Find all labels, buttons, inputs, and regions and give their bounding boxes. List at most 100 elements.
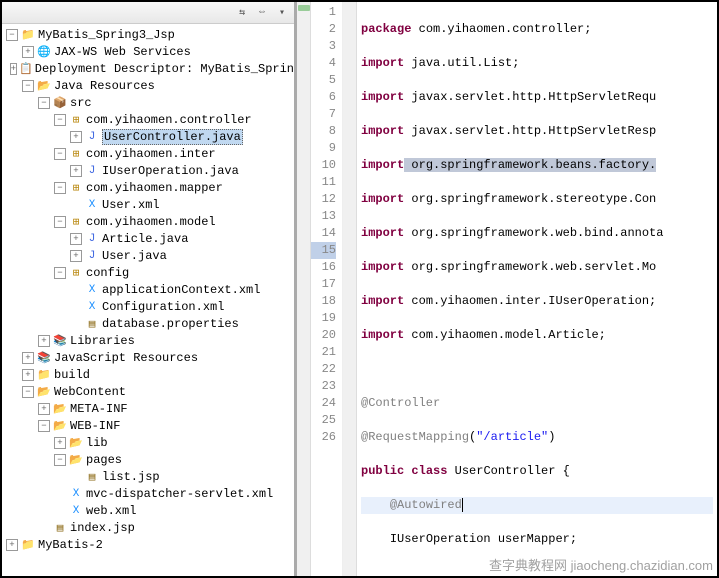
expander-icon[interactable]: − [22, 80, 34, 92]
project-node[interactable]: −📁MyBatis_Spring3_Jsp [2, 26, 294, 43]
folding-gutter[interactable] [343, 2, 357, 576]
xml-file-icon: X [68, 487, 84, 501]
tree-node[interactable]: −⊞com.yihaomen.controller [2, 111, 294, 128]
tree-node[interactable]: +📂META-INF [2, 400, 294, 417]
line-number: 7 [311, 106, 336, 123]
project-explorer-panel: ⇆ ⇔ ▾ −📁MyBatis_Spring3_Jsp +🌐JAX-WS Web… [2, 2, 297, 576]
node-label: IUserOperation.java [102, 164, 239, 178]
tree-node[interactable]: +📚JavaScript Resources [2, 349, 294, 366]
expander-icon[interactable]: + [6, 539, 18, 551]
change-marker-icon [298, 5, 310, 11]
line-number: 9 [311, 140, 336, 157]
expander-icon[interactable]: + [22, 352, 34, 364]
tree-node[interactable]: −📂Java Resources [2, 77, 294, 94]
properties-file-icon: ▤ [84, 317, 100, 331]
tree-node[interactable]: +JArticle.java [2, 230, 294, 247]
node-label: User.java [102, 249, 167, 263]
tree-node[interactable]: −⊞com.yihaomen.model [2, 213, 294, 230]
node-label: com.yihaomen.controller [86, 113, 252, 127]
expander-icon[interactable]: + [70, 233, 82, 245]
code-editor-panel: 1 2 3 4 5 6 7 8 9 10 11 12 13 14 15 16 1… [297, 2, 717, 576]
project-node[interactable]: +📁MyBatis-2 [2, 536, 294, 553]
expander-icon[interactable]: − [54, 148, 66, 160]
view-menu-icon[interactable]: ▾ [274, 5, 290, 21]
expander-icon[interactable]: − [54, 114, 66, 126]
tree-node[interactable]: +📁build [2, 366, 294, 383]
expander-icon[interactable]: + [70, 250, 82, 262]
expander-icon[interactable]: − [38, 97, 50, 109]
tree-node[interactable]: −📦src [2, 94, 294, 111]
project-tree[interactable]: −📁MyBatis_Spring3_Jsp +🌐JAX-WS Web Servi… [2, 24, 294, 555]
java-file-icon: J [84, 232, 100, 246]
expander-icon[interactable]: − [54, 454, 66, 466]
node-label: src [70, 96, 92, 110]
tree-node[interactable]: XUser.xml [2, 196, 294, 213]
link-editor-icon[interactable]: ⇔ [254, 5, 270, 21]
tree-node[interactable]: −📂WEB-INF [2, 417, 294, 434]
expander-icon[interactable]: + [54, 437, 66, 449]
node-label: JAX-WS Web Services [54, 45, 191, 59]
expander-icon[interactable]: + [70, 165, 82, 177]
node-label: Java Resources [54, 79, 155, 93]
ws-icon: 🌐 [36, 45, 52, 59]
node-label: list.jsp [102, 470, 160, 484]
package-icon: ⊞ [68, 266, 84, 280]
line-number: 4 [311, 55, 336, 72]
folder-open-icon: 📂 [52, 419, 68, 433]
node-label: com.yihaomen.mapper [86, 181, 223, 195]
src-folder-icon: 📦 [52, 96, 68, 110]
expander-icon[interactable]: + [70, 131, 82, 143]
line-number: 6 [311, 89, 336, 106]
node-label: lib [86, 436, 108, 450]
tree-node[interactable]: −⊞config [2, 264, 294, 281]
expander-icon[interactable]: − [22, 386, 34, 398]
tree-node[interactable]: −📂pages [2, 451, 294, 468]
tree-node[interactable]: +JUser.java [2, 247, 294, 264]
tree-node[interactable]: ▤index.jsp [2, 519, 294, 536]
expander-icon[interactable]: − [54, 182, 66, 194]
package-icon: ⊞ [68, 113, 84, 127]
tree-node[interactable]: Xmvc-dispatcher-servlet.xml [2, 485, 294, 502]
explorer-toolbar: ⇆ ⇔ ▾ [2, 2, 294, 24]
tree-node[interactable]: +📂lib [2, 434, 294, 451]
node-label: config [86, 266, 129, 280]
tree-node[interactable]: +📚Libraries [2, 332, 294, 349]
tree-node[interactable]: Xweb.xml [2, 502, 294, 519]
expander-icon[interactable]: + [38, 335, 50, 347]
folder-icon: 📂 [36, 79, 52, 93]
java-file-icon: J [84, 249, 100, 263]
expander-icon[interactable]: − [54, 216, 66, 228]
tree-node[interactable]: +📋Deployment Descriptor: MyBatis_Sprin [2, 60, 294, 77]
node-label: JavaScript Resources [54, 351, 198, 365]
tree-node[interactable]: −⊞com.yihaomen.mapper [2, 179, 294, 196]
tree-node[interactable]: +JUserController.java [2, 128, 294, 145]
tree-node[interactable]: +JIUserOperation.java [2, 162, 294, 179]
line-number: 3 [311, 38, 336, 55]
node-label: index.jsp [70, 521, 135, 535]
node-label: com.yihaomen.inter [86, 147, 216, 161]
node-label: build [54, 368, 90, 382]
expander-icon[interactable]: + [10, 63, 17, 75]
line-number: 17 [311, 276, 336, 293]
collapse-all-icon[interactable]: ⇆ [234, 5, 250, 21]
tree-node[interactable]: +🌐JAX-WS Web Services [2, 43, 294, 60]
expander-icon[interactable]: + [22, 46, 34, 58]
expander-icon[interactable]: − [38, 420, 50, 432]
tree-node[interactable]: −📂WebContent [2, 383, 294, 400]
expander-icon[interactable]: − [6, 29, 18, 41]
node-label: WEB-INF [70, 419, 120, 433]
tree-node[interactable]: ▤database.properties [2, 315, 294, 332]
node-label: Configuration.xml [102, 300, 224, 314]
code-area[interactable]: package com.yihaomen.controller; import … [357, 2, 717, 576]
tree-node[interactable]: XapplicationContext.xml [2, 281, 294, 298]
line-number: 11 [311, 174, 336, 191]
expander-icon[interactable]: + [38, 403, 50, 415]
tree-node[interactable]: XConfiguration.xml [2, 298, 294, 315]
node-label: WebContent [54, 385, 126, 399]
expander-icon[interactable]: + [22, 369, 34, 381]
expander-icon[interactable]: − [54, 267, 66, 279]
tree-node[interactable]: −⊞com.yihaomen.inter [2, 145, 294, 162]
project-icon: 📁 [20, 28, 36, 42]
tree-node[interactable]: ▤list.jsp [2, 468, 294, 485]
line-number: 23 [311, 378, 336, 395]
